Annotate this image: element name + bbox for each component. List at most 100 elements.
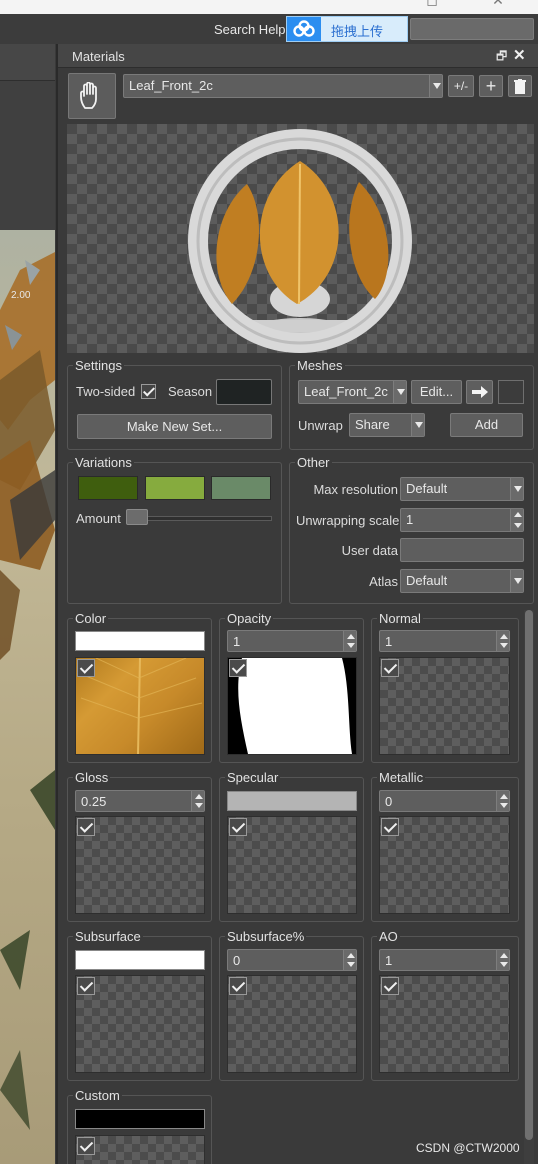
- custom-swatch[interactable]: [75, 1109, 205, 1129]
- panel-scrollbar[interactable]: [524, 610, 534, 1164]
- amount-slider-handle[interactable]: [126, 509, 148, 525]
- delete-material-button[interactable]: [508, 75, 532, 97]
- close-window-icon[interactable]: ✕: [490, 0, 506, 7]
- materials-panel: Materials 🗗 ✕ Leaf_Front_2c +/- + Settin…: [56, 44, 538, 1164]
- chevron-down-icon: [429, 75, 442, 97]
- trash-icon: [514, 79, 526, 94]
- search-input[interactable]: [410, 18, 534, 40]
- stepper-arrows-icon[interactable]: [343, 631, 356, 651]
- atlas-label: Atlas: [369, 574, 398, 589]
- user-data-field[interactable]: [400, 538, 524, 562]
- opacity-spinner[interactable]: 1: [227, 630, 357, 652]
- mesh-color-swatch[interactable]: [498, 380, 524, 404]
- two-sided-checkbox[interactable]: [141, 384, 156, 399]
- variation-swatch-1[interactable]: [78, 476, 138, 500]
- mesh-select[interactable]: Leaf_Front_2c: [298, 380, 407, 404]
- scrollbar-thumb[interactable]: [525, 610, 533, 1140]
- variation-swatch-3[interactable]: [211, 476, 271, 500]
- arrow-right-button[interactable]: [466, 380, 493, 404]
- upload-button[interactable]: 拖拽上传: [286, 16, 408, 42]
- stepper-arrows-icon[interactable]: [191, 791, 204, 811]
- edit-mesh-button[interactable]: Edit...: [411, 380, 462, 404]
- gloss-spinner[interactable]: 0.25: [75, 790, 205, 812]
- specular-texture-slot[interactable]: [227, 816, 357, 914]
- normal-spinner[interactable]: 1: [379, 630, 510, 652]
- subsurface-pct-texture-slot[interactable]: [227, 975, 357, 1073]
- max-resolution-label: Max resolution: [313, 482, 398, 497]
- subsurface-pct-channel-title: Subsurface%: [225, 929, 307, 944]
- color-texture-slot[interactable]: [75, 657, 205, 755]
- normal-texture-slot[interactable]: [379, 657, 510, 755]
- custom-texture-slot[interactable]: [75, 1135, 205, 1164]
- opacity-texture-slot[interactable]: [227, 657, 357, 755]
- unwrap-select[interactable]: Share: [349, 413, 425, 437]
- stepper-arrows-icon[interactable]: [496, 791, 509, 811]
- chevron-down-icon: [510, 478, 523, 500]
- add-material-button[interactable]: +: [479, 75, 503, 97]
- subsurface-pct-texture-enabled-checkbox[interactable]: [229, 977, 247, 995]
- metallic-texture-slot[interactable]: [379, 816, 510, 914]
- ao-spinner[interactable]: 1: [379, 949, 510, 971]
- subsurface-channel-title: Subsurface: [73, 929, 143, 944]
- amount-label: Amount: [76, 511, 121, 526]
- close-icon[interactable]: ✕: [513, 46, 526, 64]
- settings-title: Settings: [73, 358, 124, 373]
- pick-material-button[interactable]: [68, 73, 116, 119]
- chevron-down-icon: [411, 414, 424, 436]
- material-preview[interactable]: [67, 124, 534, 353]
- viewport-toolbar: [0, 44, 55, 80]
- subsurface-texture-enabled-checkbox[interactable]: [77, 977, 95, 995]
- opacity-texture-enabled-checkbox[interactable]: [229, 659, 247, 677]
- unwrap-label: Unwrap: [298, 418, 343, 433]
- metallic-texture-enabled-checkbox[interactable]: [381, 818, 399, 836]
- variation-swatch-2[interactable]: [145, 476, 205, 500]
- panel-title-bar: Materials 🗗 ✕: [58, 44, 538, 68]
- metallic-spinner[interactable]: 0: [379, 790, 510, 812]
- max-resolution-select[interactable]: Default: [400, 477, 524, 501]
- make-new-set-button[interactable]: Make New Set...: [77, 414, 272, 439]
- amount-slider-track[interactable]: [128, 516, 272, 521]
- meshes-group: [289, 365, 534, 450]
- unwrapping-scale-spinner[interactable]: 1: [400, 508, 524, 532]
- material-select[interactable]: Leaf_Front_2c: [123, 74, 443, 98]
- ao-texture-enabled-checkbox[interactable]: [381, 977, 399, 995]
- subsurface-texture-slot[interactable]: [75, 975, 205, 1073]
- upload-label: 拖拽上传: [331, 24, 384, 39]
- season-swatch[interactable]: [216, 379, 272, 405]
- plusminus-button[interactable]: +/-: [448, 75, 474, 97]
- normal-texture-enabled-checkbox[interactable]: [381, 659, 399, 677]
- ao-texture-slot[interactable]: [379, 975, 510, 1073]
- season-label: Season: [168, 384, 213, 399]
- atlas-select[interactable]: Default: [400, 569, 524, 593]
- gloss-texture-slot[interactable]: [75, 816, 205, 914]
- specular-swatch[interactable]: [227, 791, 357, 811]
- variations-title: Variations: [73, 455, 134, 470]
- viewport-3d[interactable]: 2.00: [0, 44, 55, 1164]
- add-mesh-button[interactable]: Add: [450, 413, 523, 437]
- specular-texture-enabled-checkbox[interactable]: [229, 818, 247, 836]
- two-sided-label: Two-sided: [76, 384, 136, 399]
- stepper-arrows-icon[interactable]: [496, 631, 509, 651]
- arrow-right-icon: [471, 386, 488, 398]
- header-bar: Search Help 拖拽上传: [0, 14, 538, 44]
- stepper-arrows-icon[interactable]: [510, 509, 523, 531]
- top-strip: ◻ ✕: [0, 0, 538, 14]
- gloss-texture-enabled-checkbox[interactable]: [77, 818, 95, 836]
- viewport-scene: 2.00: [0, 230, 55, 1164]
- stepper-arrows-icon[interactable]: [343, 950, 356, 970]
- restore-icon[interactable]: 🗗: [496, 47, 507, 68]
- search-help-label: Search Help: [214, 22, 286, 37]
- subsurface-pct-spinner[interactable]: 0: [227, 949, 357, 971]
- color-swatch[interactable]: [75, 631, 205, 651]
- watermark: CSDN @CTW2000: [416, 1141, 520, 1155]
- chevron-down-icon: [510, 570, 523, 592]
- cloud-icon: [287, 17, 321, 41]
- subsurface-swatch[interactable]: [75, 950, 205, 970]
- custom-texture-enabled-checkbox[interactable]: [77, 1137, 95, 1155]
- color-texture-enabled-checkbox[interactable]: [77, 659, 95, 677]
- viewport-overlay-value: 2.00: [11, 290, 31, 301]
- stepper-arrows-icon[interactable]: [496, 950, 509, 970]
- normal-channel-title: Normal: [377, 611, 423, 626]
- other-title: Other: [295, 455, 332, 470]
- restore-window-icon[interactable]: ◻: [424, 0, 440, 7]
